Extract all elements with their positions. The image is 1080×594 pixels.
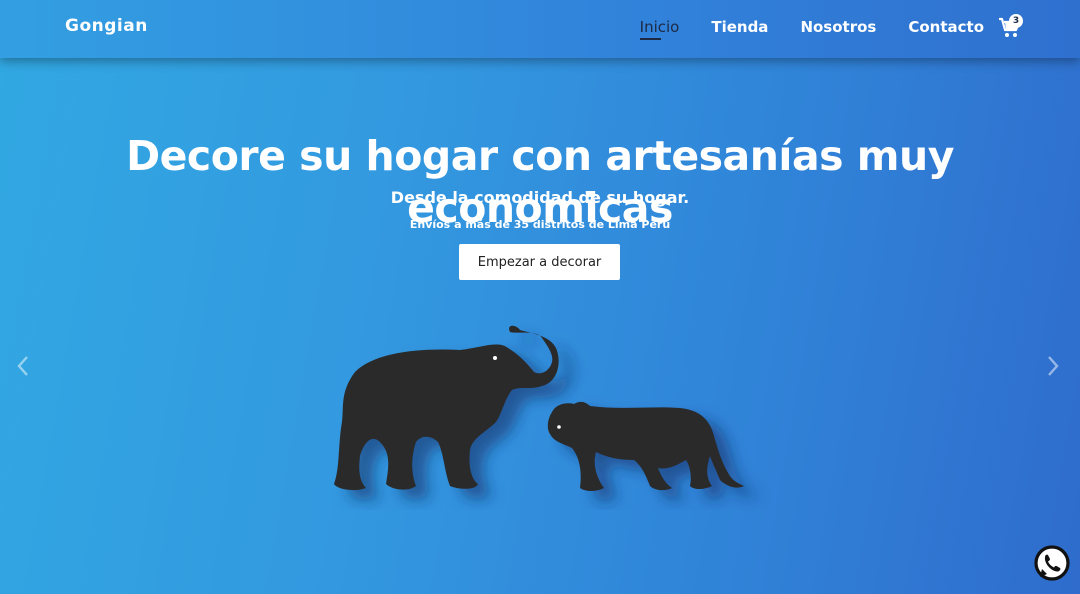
start-decorating-button[interactable]: Empezar a decorar xyxy=(459,244,620,280)
navbar: Gongian Inicio Tienda Nosotros Contacto … xyxy=(0,0,1080,58)
nav-link-tienda[interactable]: Tienda xyxy=(711,18,768,36)
hero-shipping-note: Envíos a más de 35 distritos de Lima Per… xyxy=(409,218,671,231)
nav-link-contacto[interactable]: Contacto xyxy=(908,18,984,36)
brand-logo[interactable]: Gongian xyxy=(65,16,148,36)
cart-count-badge: 3 xyxy=(1009,14,1023,28)
carousel-next-button[interactable] xyxy=(1046,355,1060,382)
hero-subtitle: Desde la comodidad de su hogar. xyxy=(390,188,690,207)
main-nav: Inicio Tienda Nosotros Contacto xyxy=(639,18,984,40)
animal-silhouettes-image xyxy=(334,325,744,491)
nav-link-nosotros[interactable]: Nosotros xyxy=(800,18,876,36)
carousel-prev-button[interactable] xyxy=(16,355,30,382)
chevron-left-icon xyxy=(17,356,28,376)
nav-link-inicio[interactable]: Inicio xyxy=(639,18,679,40)
whatsapp-icon[interactable] xyxy=(1031,543,1073,585)
chevron-right-icon xyxy=(1048,356,1059,376)
